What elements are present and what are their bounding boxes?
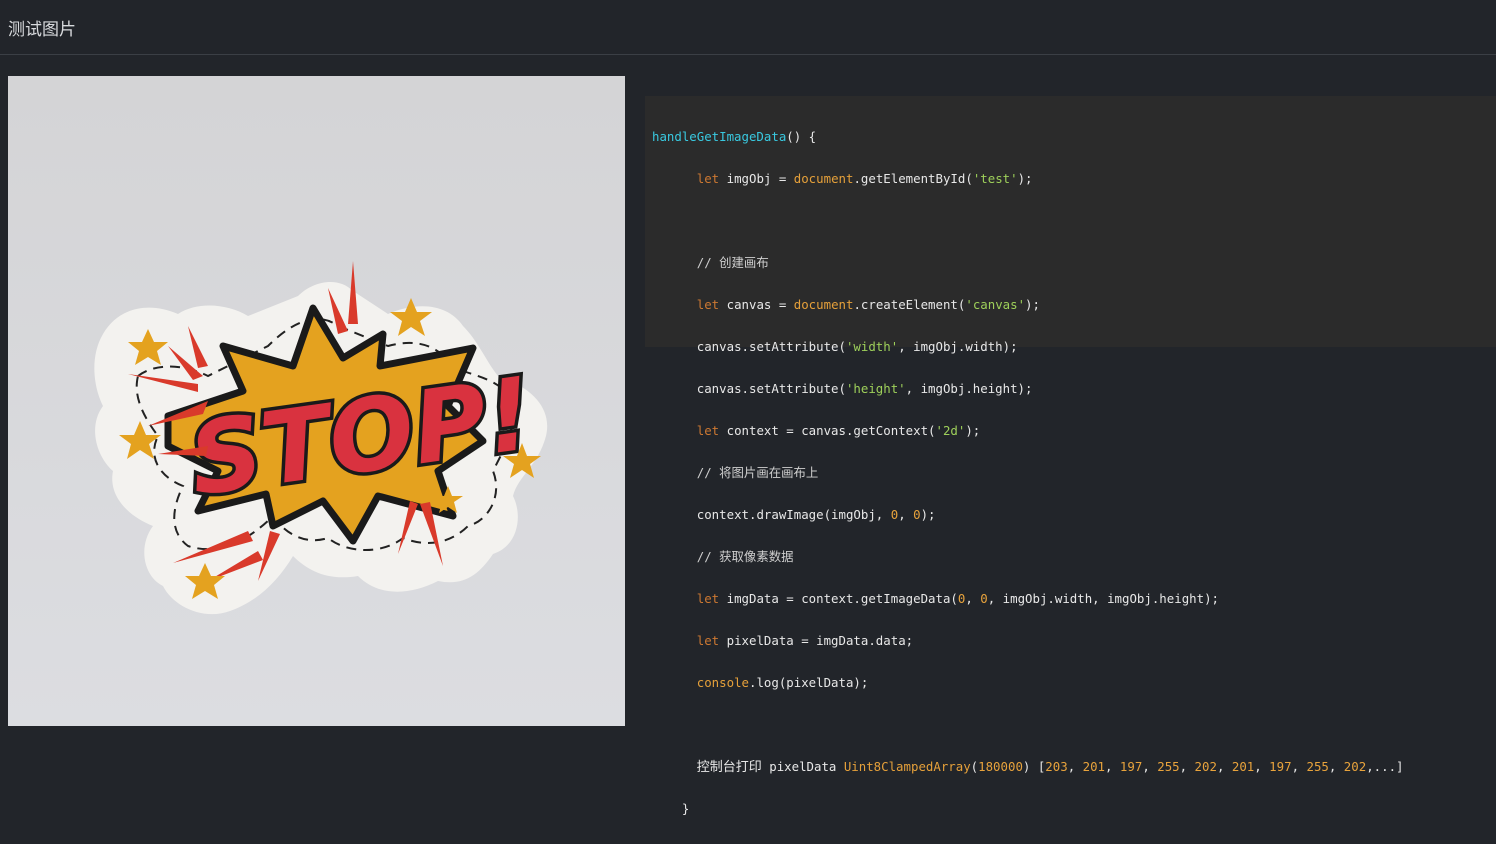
pixel-value: 197 bbox=[1119, 759, 1143, 774]
code-text: handleGetImageData() { let imgObj = docu… bbox=[652, 102, 1496, 844]
pixel-value: 202 bbox=[1343, 759, 1367, 774]
pixel-value: 202 bbox=[1194, 759, 1217, 774]
code-line-9: context.drawImage(imgObj, 0, 0); bbox=[696, 507, 936, 522]
code-line-5: canvas.setAttribute('width', imgObj.widt… bbox=[696, 339, 1018, 354]
code-line-7: let context = canvas.getContext('2d'); bbox=[696, 423, 981, 438]
code-line-2: let imgObj = document.getElementById('te… bbox=[696, 171, 1033, 186]
code-line-12: let pixelData = imgData.data; bbox=[696, 633, 914, 648]
code-line-3: // 创建画布 bbox=[696, 255, 769, 270]
code-line-6: canvas.setAttribute('height', imgObj.hei… bbox=[696, 381, 1033, 396]
code-line-15: } bbox=[681, 801, 690, 816]
pixel-value: 197 bbox=[1269, 759, 1292, 774]
test-image: STOP! bbox=[8, 76, 625, 726]
page-header: 测试图片 bbox=[0, 0, 1496, 55]
pixel-value: 203 bbox=[1045, 759, 1068, 774]
code-block: handleGetImageData() { let imgObj = docu… bbox=[645, 96, 1496, 816]
stop-sticker-image: STOP! bbox=[8, 76, 625, 726]
pixel-value: 201 bbox=[1231, 759, 1255, 774]
code-line-10: // 获取像素数据 bbox=[696, 549, 794, 564]
code-line-4: let canvas = document.createElement('can… bbox=[696, 297, 1040, 312]
pixel-values: 203, 201, 197, 255, 202, 201, 197, 255, … bbox=[1045, 759, 1367, 774]
pixel-value: 201 bbox=[1082, 759, 1105, 774]
pixel-value: 255 bbox=[1306, 759, 1329, 774]
code-line-1: handleGetImageData() { bbox=[652, 129, 817, 144]
page-title: 测试图片 bbox=[8, 20, 76, 40]
code-line-8: // 将图片画在画布上 bbox=[696, 465, 819, 480]
code-line-11: let imgData = context.getImageData(0, 0,… bbox=[696, 591, 1219, 606]
code-line-13: console.log(pixelData); bbox=[696, 675, 869, 690]
code-line-14: 控制台打印 pixelData Uint8ClampedArray(180000… bbox=[696, 759, 1404, 775]
pixel-value: 255 bbox=[1157, 759, 1180, 774]
